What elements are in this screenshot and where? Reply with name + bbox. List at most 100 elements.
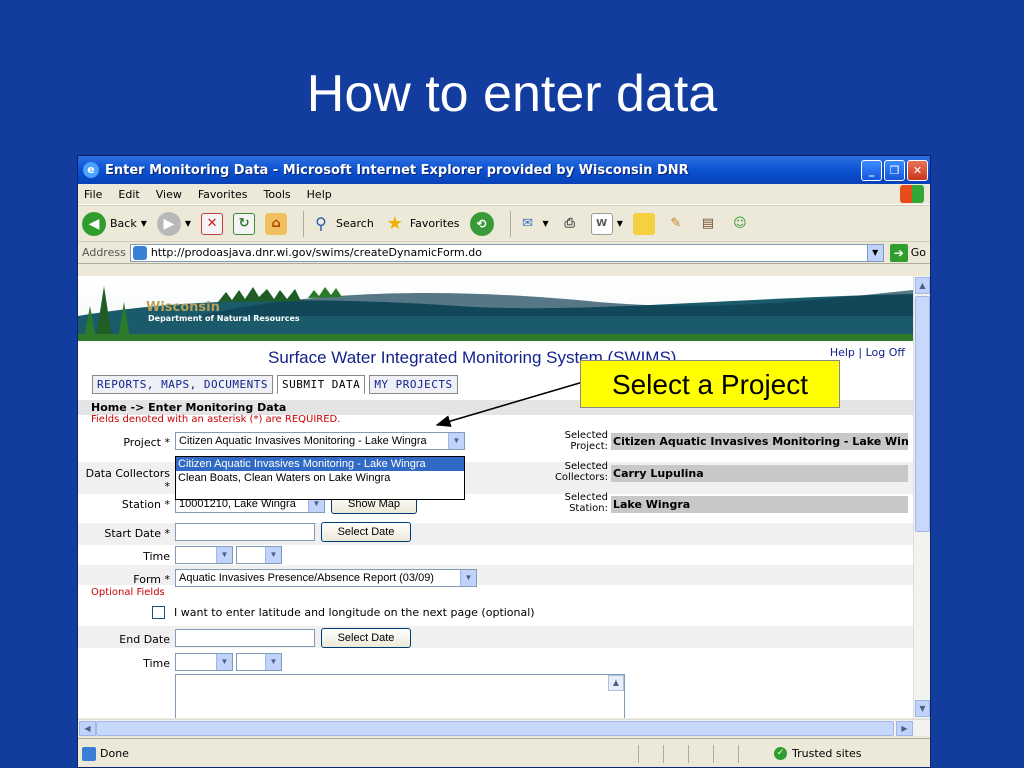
messenger-button[interactable]: ☺ [729,213,751,235]
start-minute-select[interactable]: ▼ [236,546,282,564]
chevron-down-icon[interactable]: ▼ [185,219,191,228]
chevron-down-icon[interactable]: ▼ [141,219,147,228]
back-label: Back [110,217,137,230]
menu-favorites[interactable]: Favorites [198,188,248,201]
toolbar-separator [303,210,305,237]
end-minute-select[interactable]: ▼ [236,653,282,671]
start-hour-select[interactable]: ▼ [175,546,233,564]
project-select[interactable]: Citizen Aquatic Invasives Monitoring - L… [175,432,465,450]
scroll-up-icon[interactable]: ▲ [915,277,930,294]
horizontal-scrollbar[interactable]: ◀ ▶ [78,719,930,736]
scroll-down-icon[interactable]: ▼ [915,700,930,717]
logoff-link[interactable]: Log Off [866,346,905,359]
security-zone[interactable]: ✓ Trusted sites [774,747,862,760]
toolbar-separator [509,210,511,237]
history-button[interactable]: ⟲ [469,211,494,236]
tab-my-projects[interactable]: MY PROJECTS [369,375,458,394]
latlong-checkbox[interactable] [152,606,165,619]
scroll-left-icon[interactable]: ◀ [79,721,96,736]
start-date-input[interactable] [175,523,315,541]
home-button[interactable]: ⌂ [265,212,288,235]
selected-collectors-label: Selected Collectors: [554,461,608,483]
search-button[interactable]: ⚲ Search [310,213,374,235]
chevron-down-icon[interactable]: ▼ [617,219,623,228]
chevron-down-icon[interactable]: ▼ [866,244,883,261]
collectors-label: Data Collectors * [85,467,170,493]
books-icon: ▤ [701,216,714,231]
menu-tools[interactable]: Tools [264,188,291,201]
form-label: Form * [133,573,170,586]
chevron-down-icon[interactable]: ▼ [265,547,281,563]
chevron-down-icon[interactable]: ▼ [448,433,464,449]
menu-help[interactable]: Help [307,188,332,201]
go-arrow-icon: ➔ [889,243,908,262]
chevron-down-icon[interactable]: ▼ [265,654,281,670]
go-button[interactable]: ➔ Go [889,243,926,262]
end-hour-select[interactable]: ▼ [175,653,233,671]
folder-icon [632,212,655,235]
link-separator: | [858,346,863,359]
forward-arrow-icon: ▶ [156,211,181,236]
status-text: Done [100,747,129,760]
scroll-up-icon[interactable]: ▲ [608,675,624,691]
end-date-input[interactable] [175,629,315,647]
required-note: Fields denoted with an asterisk (*) are … [91,414,341,425]
discuss-button[interactable] [632,212,655,235]
mail-icon: ✉ [522,216,533,231]
zone-label: Trusted sites [792,747,862,760]
tab-submit-data[interactable]: SUBMIT DATA [276,375,366,394]
dropdown-option[interactable]: Clean Boats, Clean Waters on Lake Wingra [176,471,464,485]
help-link[interactable]: Help [830,346,855,359]
back-button[interactable]: ◀ Back ▼ [82,211,147,236]
vertical-scrollbar[interactable]: ▲ ▼ [913,276,930,718]
select-date-button[interactable]: Select Date [321,522,411,542]
project-label: Project * [123,436,170,449]
status-cell [738,745,763,763]
menu-file[interactable]: File [84,188,102,201]
slide-title: How to enter data [306,65,718,123]
back-arrow-icon: ◀ [82,211,106,236]
messenger-icon: ☺ [733,216,747,231]
page-icon [82,746,96,761]
chevron-down-icon[interactable]: ▼ [216,654,232,670]
checkmark-icon: ✓ [774,747,787,760]
edit-button[interactable]: W ▼ [590,212,623,235]
research-button[interactable]: ✎ [665,213,687,235]
chevron-down-icon[interactable]: ▼ [460,570,476,586]
select-end-date-button[interactable]: Select Date [321,628,411,648]
tab-reports[interactable]: REPORTS, MAPS, DOCUMENTS [92,375,273,394]
minimize-button[interactable]: _ [861,159,882,181]
status-bar: Done ✓ Trusted sites [78,738,930,767]
address-value: http://prodoasjava.dnr.wi.gov/swims/crea… [150,246,482,259]
comments-textarea[interactable]: ▲ [175,674,625,718]
refresh-button[interactable]: ↻ [233,212,256,235]
stop-button[interactable]: ✕ [201,212,224,235]
dnr-dept-text: Department of Natural Resources [148,314,300,323]
encyclopedia-button[interactable]: ▤ [697,213,719,235]
callout-label: Select a Project [580,360,840,408]
project-dropdown-list: Citizen Aquatic Invasives Monitoring - L… [175,456,465,500]
ie-icon: e [83,162,99,178]
print-button[interactable]: ⎙ [559,213,581,235]
selected-project-label: Selected Project: [564,430,608,452]
chevron-down-icon[interactable]: ▼ [543,219,549,228]
scroll-thumb[interactable] [96,721,894,736]
dropdown-option[interactable]: Citizen Aquatic Invasives Monitoring - L… [176,457,464,471]
menu-edit[interactable]: Edit [118,188,139,201]
mail-button[interactable]: ✉ ▼ [517,213,549,235]
scroll-thumb[interactable] [915,296,930,532]
restore-button[interactable]: ❐ [884,159,905,181]
stop-icon: ✕ [201,212,224,235]
project-select-value: Citizen Aquatic Invasives Monitoring - L… [179,435,427,447]
status-cells [638,745,763,763]
page-viewport: Wisconsin Department of Natural Resource… [78,276,930,718]
chevron-down-icon[interactable]: ▼ [216,547,232,563]
favorites-button[interactable]: ★ Favorites [384,213,460,235]
scroll-right-icon[interactable]: ▶ [896,721,913,736]
windows-logo-icon [900,185,924,203]
form-select[interactable]: Aquatic Invasives Presence/Absence Repor… [175,569,477,587]
menu-view[interactable]: View [156,188,182,201]
close-button[interactable]: ✕ [907,159,928,181]
address-input[interactable]: http://prodoasjava.dnr.wi.gov/swims/crea… [129,243,884,262]
forward-button[interactable]: ▶ ▼ [156,211,191,236]
